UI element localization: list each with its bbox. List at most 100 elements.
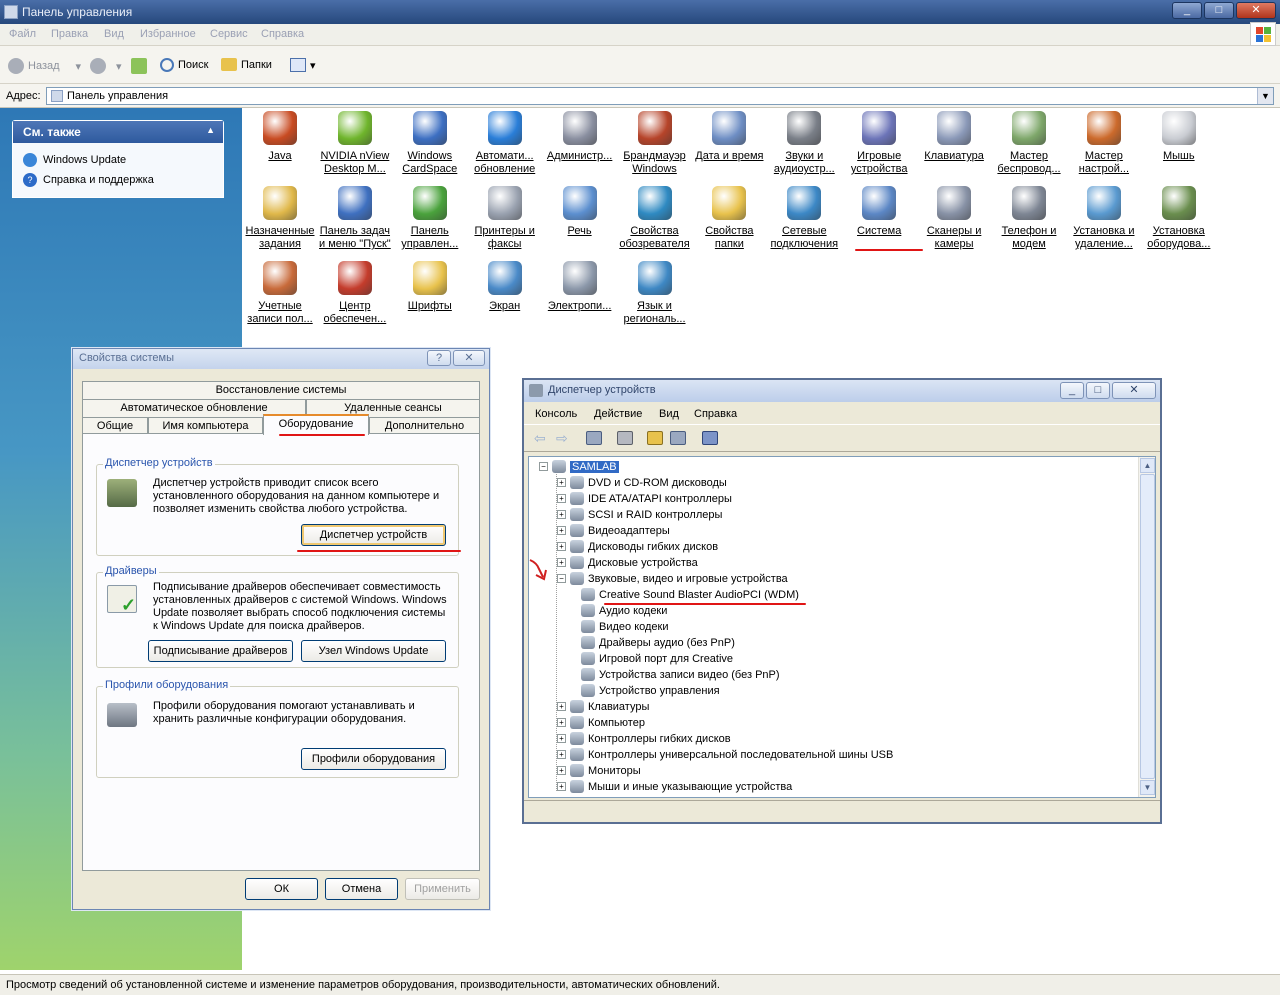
expand-icon[interactable]: + <box>557 494 566 503</box>
expand-icon[interactable]: + <box>557 766 566 775</box>
tree-node[interactable]: + SCSI и RAID контроллеры <box>557 508 722 521</box>
cp-item[interactable]: Электропи... <box>544 261 616 313</box>
maximize-button[interactable]: □ <box>1204 2 1234 19</box>
devmgr-minimize-button[interactable]: _ <box>1060 382 1084 399</box>
menu-tools[interactable]: Сервис <box>210 28 248 40</box>
see-also-help-support[interactable]: ? Справка и поддержка <box>23 173 154 187</box>
menu-favorites[interactable]: Избранное <box>140 28 196 40</box>
cp-item[interactable]: Автомати... обновление <box>469 111 541 176</box>
forward-arrow-icon[interactable]: ⇨ <box>556 430 568 447</box>
cp-item[interactable]: Панель задач и меню "Пуск" <box>319 186 391 251</box>
cp-item[interactable]: NVIDIA nView Desktop M... <box>319 111 391 176</box>
scan-hardware-icon[interactable] <box>702 431 718 445</box>
cp-item[interactable]: Дата и время <box>693 111 765 163</box>
cp-item[interactable]: Windows CardSpace <box>394 111 466 176</box>
menu-help[interactable]: Справка <box>261 28 304 40</box>
vertical-scrollbar[interactable]: ▲ ▼ <box>1138 457 1155 797</box>
tree-node[interactable]: − Звуковые, видео и игровые устройства <box>557 572 788 585</box>
expand-icon[interactable]: + <box>557 542 566 551</box>
tree-node[interactable]: + Контроллеры гибких дисков <box>557 732 731 745</box>
see-also-windows-update[interactable]: Windows Update <box>23 153 126 167</box>
devmgr-maximize-button[interactable]: □ <box>1086 382 1110 399</box>
collapse-icon[interactable]: − <box>557 574 566 583</box>
close-button[interactable]: ✕ <box>1236 2 1276 19</box>
cp-item[interactable]: Сканеры и камеры <box>918 186 990 251</box>
menu-file[interactable]: Файл <box>9 28 36 40</box>
tree-node[interactable]: + DVD и CD-ROM дисководы <box>557 476 727 489</box>
show-hide-tree-icon[interactable] <box>586 431 602 445</box>
tree-node[interactable]: Драйверы аудио (без PnP) <box>581 636 735 649</box>
collapse-icon[interactable]: ▲ <box>206 125 215 135</box>
scroll-down-button[interactable]: ▼ <box>1140 780 1155 795</box>
cp-item[interactable]: Мастер беспровод... <box>993 111 1065 176</box>
views-button[interactable]: ▾ <box>290 58 316 72</box>
back-arrow-icon[interactable]: ⇦ <box>534 430 546 447</box>
cp-item[interactable]: Центр обеспечен... <box>319 261 391 326</box>
tree-node[interactable]: Игровой порт для Creative <box>581 652 733 665</box>
collapse-icon[interactable]: − <box>539 462 548 471</box>
tree-node[interactable]: Устройства записи видео (без PnP) <box>581 668 780 681</box>
cp-item[interactable]: Установка и удаление... <box>1068 186 1140 251</box>
tab-system-restore[interactable]: Восстановление системы <box>82 381 480 399</box>
menu-console[interactable]: Консоль <box>535 408 577 420</box>
tree-node[interactable]: − SAMLAB <box>539 460 619 473</box>
tree-node[interactable]: + Клавиатуры <box>557 700 649 713</box>
cp-item[interactable]: Экран <box>469 261 541 313</box>
cp-item[interactable]: Установка оборудова... <box>1143 186 1215 251</box>
cp-item[interactable]: Мышь <box>1143 111 1215 163</box>
main-title-bar[interactable]: Панель управления _ □ ✕ <box>0 0 1280 24</box>
menu-edit[interactable]: Правка <box>51 28 88 40</box>
menu-view[interactable]: Вид <box>659 408 679 420</box>
tree-node[interactable]: + Дисковые устройства <box>557 556 698 569</box>
tree-node[interactable]: + Контроллеры универсальной последователь… <box>557 748 893 761</box>
tree-node[interactable]: + IDE ATA/ATAPI контроллеры <box>557 492 732 505</box>
cp-item[interactable]: Звуки и аудиоустр... <box>768 111 840 176</box>
dialog-title-bar[interactable]: Свойства системы ? ✕ <box>73 349 489 369</box>
cp-item[interactable]: Речь <box>544 186 616 238</box>
expand-icon[interactable]: + <box>557 782 566 791</box>
help-button[interactable]: ? <box>427 350 451 366</box>
expand-icon[interactable]: + <box>557 510 566 519</box>
apply-button[interactable]: Применить <box>405 878 480 900</box>
folders-button[interactable]: Папки <box>221 58 272 71</box>
expand-icon[interactable]: + <box>557 718 566 727</box>
cp-item[interactable]: Принтеры и факсы <box>469 186 541 251</box>
cancel-button[interactable]: Отмена <box>325 878 398 900</box>
menu-action[interactable]: Действие <box>594 408 642 420</box>
menu-view[interactable]: Вид <box>104 28 124 40</box>
tree-node[interactable]: + Дисководы гибких дисков <box>557 540 718 553</box>
driver-signing-button[interactable]: Подписывание драйверов <box>148 640 293 662</box>
expand-icon[interactable]: + <box>557 702 566 711</box>
tree-node[interactable]: + Компьютер <box>557 716 645 729</box>
cp-item[interactable]: Мастер настрой... <box>1068 111 1140 176</box>
cp-item[interactable]: Java <box>244 111 316 163</box>
up-folder-button[interactable] <box>131 58 147 74</box>
cp-item[interactable]: Клавиатура <box>918 111 990 163</box>
cp-item[interactable]: Администр... <box>544 111 616 163</box>
device-manager-button[interactable]: Диспетчер устройств <box>301 524 446 546</box>
expand-icon[interactable]: + <box>557 558 566 567</box>
back-button[interactable]: Назад ▾ <box>8 58 81 74</box>
search-button[interactable]: Поиск <box>160 58 208 72</box>
scroll-up-button[interactable]: ▲ <box>1140 458 1155 473</box>
cp-item[interactable]: Свойства папки <box>693 186 765 251</box>
tab-hardware[interactable]: Оборудование <box>263 414 369 435</box>
tree-node[interactable]: Устройство управления <box>581 684 720 697</box>
scroll-thumb[interactable] <box>1140 474 1155 779</box>
cp-item[interactable]: Свойства обозревателя <box>619 186 691 251</box>
cp-item[interactable]: Игровые устройства <box>843 111 915 176</box>
device-manager-title-bar[interactable]: Диспетчер устройств _ □ ✕ <box>524 380 1160 402</box>
dialog-close-button[interactable]: ✕ <box>453 350 485 366</box>
cp-item[interactable]: Назначенные задания <box>244 186 316 251</box>
expand-icon[interactable]: + <box>557 734 566 743</box>
cp-item[interactable]: Панель управлен... <box>394 186 466 251</box>
device-tree[interactable]: ▲ ▼ − SAMLAB + DVD и CD-ROM дисководы + IDE A… <box>528 456 1156 798</box>
menu-help[interactable]: Справка <box>694 408 737 420</box>
cp-item[interactable]: Сетевые подключения <box>768 186 840 251</box>
expand-icon[interactable]: + <box>557 478 566 487</box>
cp-item[interactable]: Учетные записи пол... <box>244 261 316 326</box>
devmgr-close-button[interactable]: ✕ <box>1112 382 1156 399</box>
properties-icon[interactable] <box>670 431 686 445</box>
tree-node[interactable]: + Видеоадаптеры <box>557 524 670 537</box>
cp-item[interactable]: Система <box>843 186 915 238</box>
